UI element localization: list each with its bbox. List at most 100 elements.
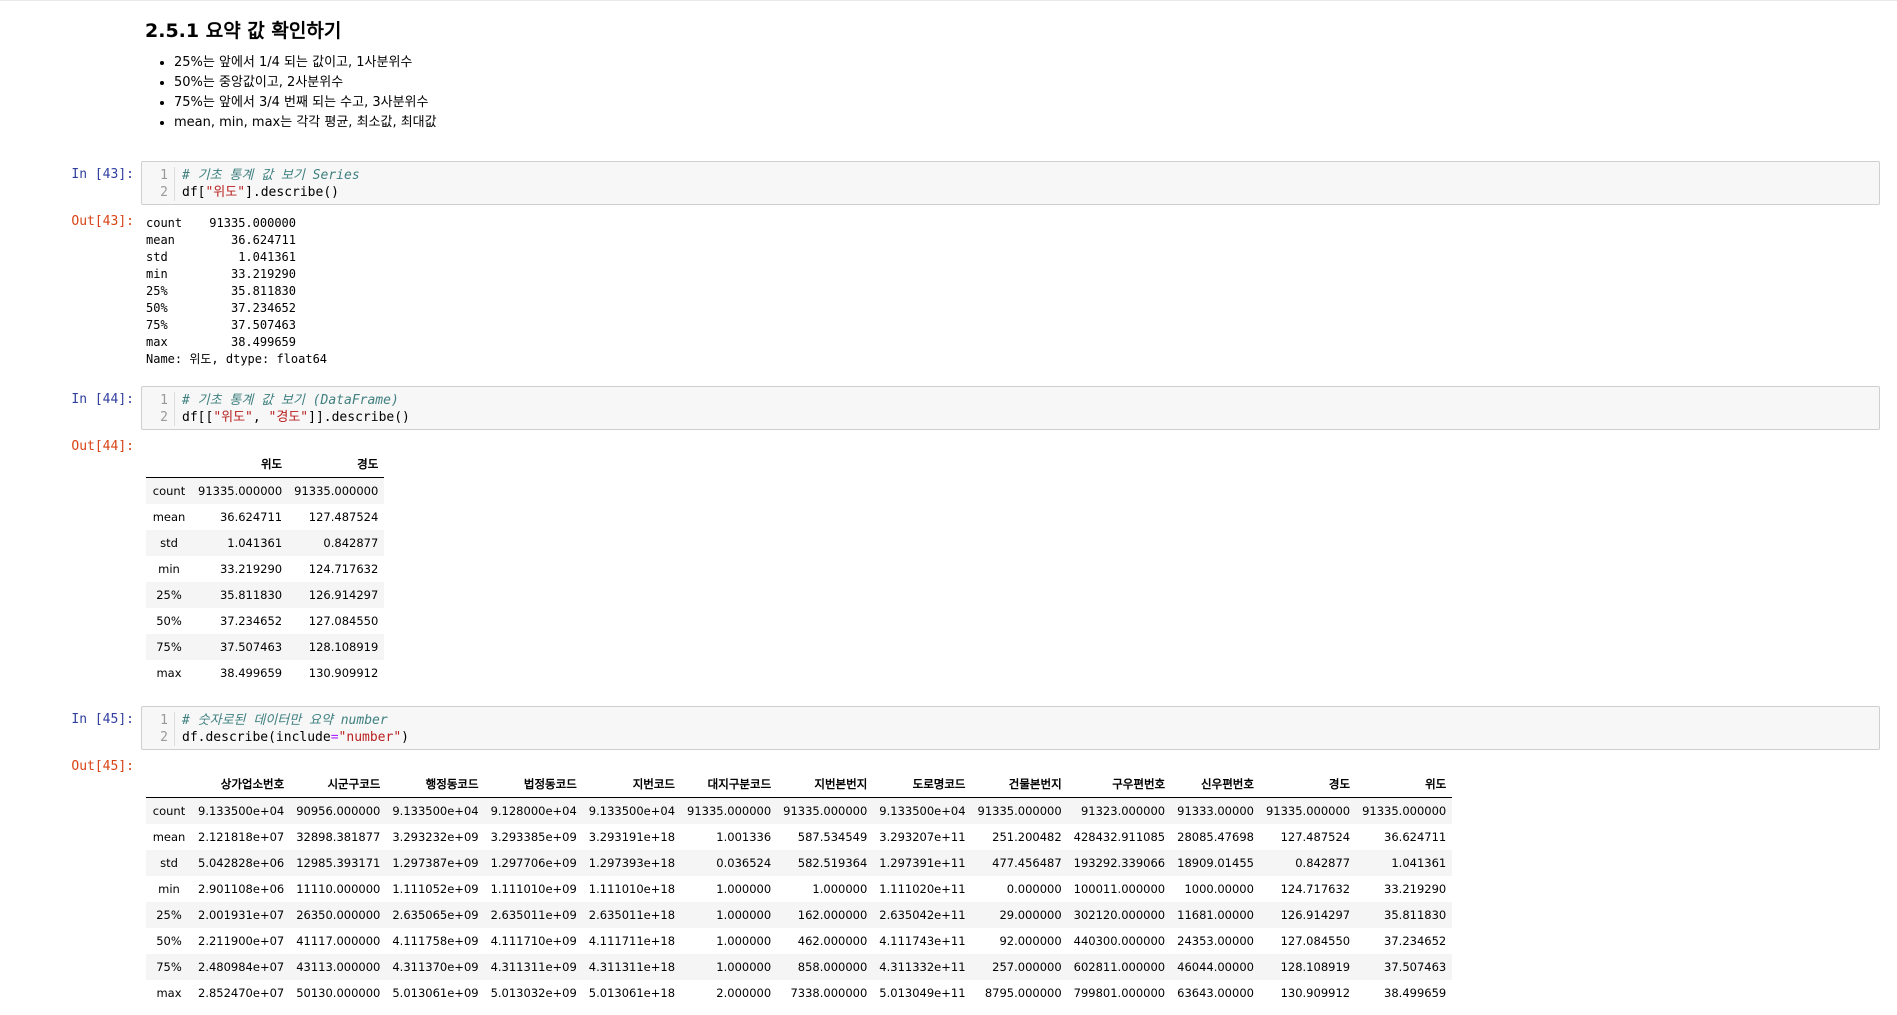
table-cell: 128.108919 xyxy=(1280,960,1351,974)
table-cell: 91335.000000 xyxy=(977,804,1062,818)
code-comment: # 기초 통계 값 보기 (DataFrame) xyxy=(182,393,399,408)
table-cell: 33.219290 xyxy=(1384,882,1447,896)
column-header: 건물본번지 xyxy=(971,771,1068,798)
column-header: 행정동코드 xyxy=(386,771,485,798)
table-cell: 2.480984e+07 xyxy=(198,960,285,974)
series-value: 36.624711 xyxy=(230,233,296,247)
bullet-list: 25%는 앞에서 1/4 되는 값이고, 1사분위수 50%는 중앙값이고, 2… xyxy=(145,53,437,133)
table-cell: 2.001931e+07 xyxy=(198,908,285,922)
column-header: 시군구코드 xyxy=(290,771,387,798)
table-cell: 4.111758e+09 xyxy=(392,934,479,948)
code-cell-43[interactable]: 1 # 기초 통계 값 보기 Series 2 df["위도"].describe(… xyxy=(141,161,1880,205)
table-row: 75% 2.480984e+07 43113.000000 4.311370e+09 4… xyxy=(146,954,1453,980)
input-prompt-43: In [43]: xyxy=(71,167,134,182)
table-cell: 38.499659 xyxy=(219,666,283,680)
code-cell-45[interactable]: 1 # 숫자로된 데이터만 요약 number 2 df.describe(incl… xyxy=(141,706,1880,750)
table-cell: 5.013049e+11 xyxy=(879,986,966,1000)
table-cell: 1.001336 xyxy=(716,830,772,844)
table-cell: 1.111010e+18 xyxy=(588,882,676,896)
markdown-cell[interactable]: 2.5.1 요약 값 확인하기 25%는 앞에서 1/4 되는 값이고, 1사분… xyxy=(145,16,437,133)
table-cell: 302120.000000 xyxy=(1073,908,1166,922)
table-cell: 38.499659 xyxy=(1384,986,1447,1000)
table-cell: 24353.00000 xyxy=(1177,934,1254,948)
table-cell: 1000.00000 xyxy=(1184,882,1254,896)
row-index: 75% xyxy=(156,960,182,974)
section-heading: 2.5.1 요약 값 확인하기 xyxy=(145,20,342,42)
table-header-row: 위도 경도 xyxy=(146,451,385,478)
series-row: 25% 35.811830 xyxy=(146,283,327,300)
table-cell: 1.111020e+11 xyxy=(879,882,966,896)
table-cell: 0.036524 xyxy=(716,856,772,870)
series-row: 75% 37.507463 xyxy=(146,317,327,334)
table-cell: 91335.000000 xyxy=(294,484,379,498)
code-cell-44[interactable]: 1 # 기초 통계 값 보기 (DataFrame) 2 df[["위도", "경도… xyxy=(141,386,1880,430)
table-cell: 428432.911085 xyxy=(1073,830,1166,844)
table-cell: 1.297706e+09 xyxy=(490,856,577,870)
table-cell: 602811.000000 xyxy=(1073,960,1166,974)
table-cell: 3.293191e+18 xyxy=(588,830,676,844)
table-cell: 91323.000000 xyxy=(1080,804,1166,818)
code-comment: # 기초 통계 값 보기 Series xyxy=(182,168,360,183)
table-cell: 35.811830 xyxy=(1384,908,1447,922)
series-output-43: count 91335.000000 mean 36.624711 std 1.04136… xyxy=(146,215,327,368)
table-cell: 9.133500e+04 xyxy=(879,804,966,818)
table-cell: 9.133500e+04 xyxy=(198,804,285,818)
table-cell: 4.111743e+11 xyxy=(879,934,966,948)
series-index: max xyxy=(146,335,168,349)
table-row: 75% 37.507463 128.108919 xyxy=(146,634,385,660)
output-prompt-43: Out[43]: xyxy=(71,214,134,229)
table-row: 50% 2.211900e+07 41117.000000 4.111758e+09 4… xyxy=(146,928,1452,954)
table-cell: 7338.000000 xyxy=(790,986,868,1000)
table-cell: 124.717632 xyxy=(1280,882,1351,896)
series-index: 75% xyxy=(146,318,168,332)
series-index: std xyxy=(146,250,168,264)
table-cell: 0.842877 xyxy=(323,536,379,550)
output-prompt-44: Out[44]: xyxy=(71,439,134,454)
series-index: min xyxy=(146,267,168,281)
series-row: min 33.219290 xyxy=(146,266,327,283)
row-index: count xyxy=(152,484,186,498)
table-cell: 2.211900e+07 xyxy=(198,934,285,948)
series-footer: Name: 위도, dtype: float64 xyxy=(146,352,328,366)
table-cell: 35.811830 xyxy=(219,588,283,602)
series-value: 91335.000000 xyxy=(209,216,296,230)
series-index: 50% xyxy=(146,301,168,315)
notebook-top-border xyxy=(0,0,1897,1)
table-cell: 11110.000000 xyxy=(296,882,381,896)
row-index: 50% xyxy=(156,614,182,628)
series-index: count xyxy=(146,216,183,230)
row-index: count xyxy=(152,804,186,818)
table-cell: 1.297387e+09 xyxy=(392,856,479,870)
column-header: 구우편번호 xyxy=(1067,771,1172,798)
table-cell: 91335.000000 xyxy=(198,484,283,498)
bullet-item: mean, min, max는 각각 평균, 최소값, 최대값 xyxy=(174,113,437,133)
series-value: 1.041361 xyxy=(238,250,296,264)
table-cell: 32898.381877 xyxy=(296,830,381,844)
table-cell: 43113.000000 xyxy=(296,960,381,974)
table-row: count 91335.000000 91335.000000 xyxy=(146,477,385,504)
table-row: 25% 35.811830 126.914297 xyxy=(146,582,385,608)
table-cell: 2.121818e+07 xyxy=(198,830,285,844)
table-cell: 4.311311e+09 xyxy=(490,960,577,974)
series-value: 37.234652 xyxy=(230,301,296,315)
table-cell: 46044.00000 xyxy=(1177,960,1254,974)
column-header: 대지구분코드 xyxy=(681,771,778,798)
series-row: mean 36.624711 xyxy=(146,232,327,249)
column-header: 위도 xyxy=(192,451,289,478)
table-cell: 2.635042e+11 xyxy=(879,908,966,922)
table-cell: 1.297391e+11 xyxy=(879,856,966,870)
table-cell: 1.000000 xyxy=(716,908,772,922)
row-index: mean xyxy=(152,510,186,524)
table-cell: 1.000000 xyxy=(716,882,772,896)
series-row: std 1.041361 xyxy=(146,249,327,266)
bullet-item: 75%는 앞에서 3/4 번째 되는 수고, 3사분위수 xyxy=(174,93,437,113)
column-header: 법정동코드 xyxy=(484,771,583,798)
row-index: max xyxy=(156,666,182,680)
row-index: std xyxy=(160,856,178,870)
column-header: 도로명코드 xyxy=(873,771,972,798)
describe-table-45: 상가업소번호 시군구코드 행정동코드 법정동코드 지번코드 대지구분코드 지번본번지 도로명코… xyxy=(146,771,1453,1006)
table-cell: 4.111711e+18 xyxy=(588,934,676,948)
column-header: 상가업소번호 xyxy=(192,771,291,798)
table-cell: 1.041361 xyxy=(1391,856,1447,870)
table-header-row: 상가업소번호 시군구코드 행정동코드 법정동코드 지번코드 대지구분코드 지번본번지 도로명코… xyxy=(146,771,1453,798)
